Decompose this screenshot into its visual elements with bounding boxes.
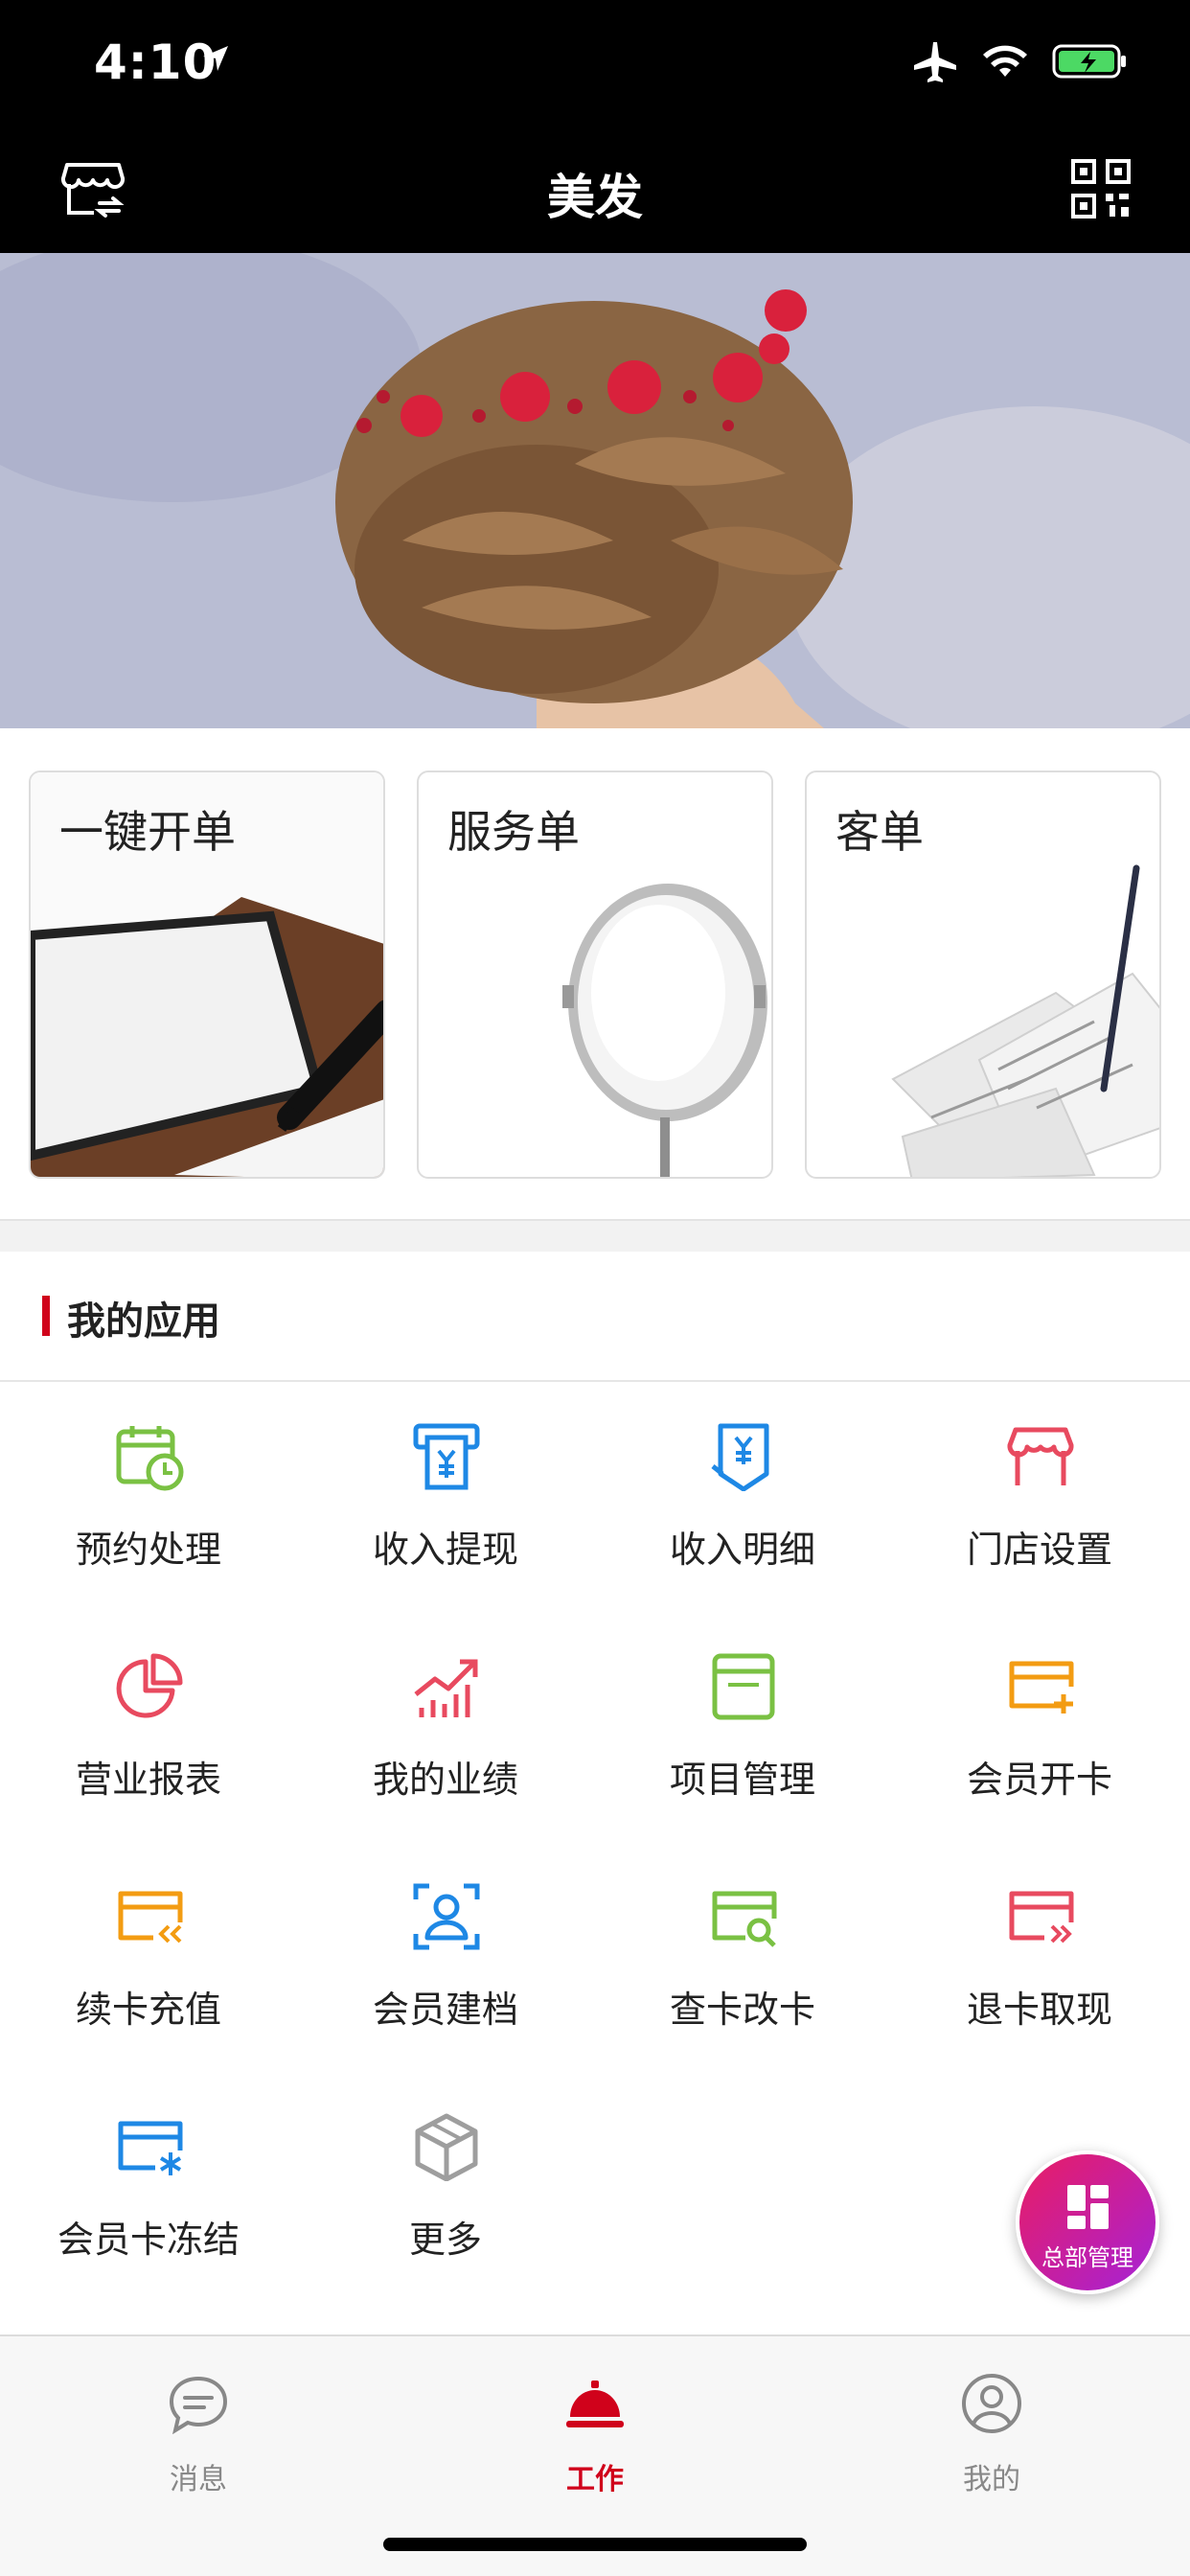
card-freeze-icon [118, 2121, 183, 2175]
app-label: 会员开卡 [966, 1759, 1112, 1801]
app-card-lookup[interactable]: 查卡改卡 [594, 1842, 891, 2072]
card-label: 服务单 [447, 806, 580, 858]
card-search-icon [712, 1891, 777, 1947]
app-member-profile[interactable]: 会员建档 [297, 1842, 594, 2072]
app-label: 续卡充值 [75, 1989, 221, 2031]
member-profile-icon [413, 1883, 480, 1950]
card-customer-order[interactable]: 客单 [805, 770, 1161, 1179]
app-appointments[interactable]: 预约处理 [0, 1382, 297, 1612]
app-label: 门店设置 [966, 1529, 1112, 1571]
section-accent-bar [42, 1296, 50, 1336]
status-bar: 4:10 [0, 0, 1190, 126]
tab-me[interactable]: 我的 [793, 2356, 1190, 2509]
banner-image [0, 253, 1190, 728]
window-icon [712, 1653, 775, 1720]
app-project-management[interactable]: 项目管理 [594, 1612, 891, 1842]
user-profile-icon [962, 2374, 1021, 2433]
app-label: 会员建档 [372, 1989, 518, 2031]
page-title: 美发 [547, 170, 643, 225]
navigation-bar: 美发 [0, 126, 1190, 253]
app-income-detail[interactable]: 收入明细 [594, 1382, 891, 1612]
tab-work[interactable]: 工作 [397, 2356, 793, 2509]
cube-icon [415, 2113, 478, 2181]
app-label: 更多 [408, 2219, 482, 2261]
service-bell-icon [566, 2380, 624, 2427]
app-label: 会员卡冻结 [57, 2219, 240, 2261]
store-icon [1007, 1427, 1074, 1485]
tab-label: 我的 [963, 2463, 1020, 2496]
dashboard-grid-icon [1067, 2185, 1109, 2229]
airplane-icon [914, 42, 956, 82]
app-open-card[interactable]: 会员开卡 [891, 1612, 1188, 1842]
tab-messages[interactable]: 消息 [0, 2356, 397, 2509]
card-recharge-icon [118, 1891, 183, 1944]
fab-label: 总部管理 [1041, 2244, 1133, 2271]
pie-chart-icon [116, 1653, 183, 1718]
app-label: 查卡改卡 [669, 1989, 815, 2031]
trend-chart-icon [414, 1659, 478, 1717]
app-card-freeze[interactable]: 会员卡冻结 [0, 2072, 297, 2302]
my-apps-header: 我的应用 [0, 1252, 1190, 1382]
app-more[interactable]: 更多 [297, 2072, 594, 2302]
app-label: 营业报表 [75, 1759, 221, 1801]
app-my-performance[interactable]: 我的业绩 [297, 1612, 594, 1842]
quick-actions: 一键开单 服务单 客单 [29, 770, 1161, 1179]
app-label: 退卡取现 [966, 1989, 1112, 2031]
income-detail-icon [711, 1423, 769, 1491]
headquarters-management-button[interactable]: 总部管理 [1016, 2150, 1159, 2294]
app-label: 收入提现 [372, 1529, 518, 1571]
card-service-order[interactable]: 服务单 [417, 770, 773, 1179]
section-divider [0, 1219, 1190, 1252]
app-label: 项目管理 [669, 1759, 815, 1801]
card-refund-icon [1009, 1891, 1074, 1944]
tab-label: 消息 [170, 2463, 227, 2496]
qr-code-icon[interactable] [1071, 159, 1131, 218]
app-card-refund[interactable]: 退卡取现 [891, 1842, 1188, 2072]
calendar-clock-icon [116, 1426, 184, 1491]
app-label: 收入明细 [669, 1529, 815, 1571]
chat-bubble-icon [169, 2376, 228, 2434]
card-label: 客单 [835, 806, 924, 858]
cash-withdraw-icon [413, 1423, 480, 1490]
home-indicator [383, 2538, 807, 2551]
app-card-recharge[interactable]: 续卡充值 [0, 1842, 297, 2072]
tab-label: 工作 [566, 2463, 624, 2496]
card-add-icon [1009, 1661, 1074, 1714]
app-label: 我的业绩 [372, 1759, 518, 1801]
status-icons [912, 40, 1129, 82]
app-label: 预约处理 [75, 1529, 221, 1571]
app-store-settings[interactable]: 门店设置 [891, 1382, 1188, 1612]
battery-icon [1052, 44, 1126, 79]
app-business-report[interactable]: 营业报表 [0, 1612, 297, 1842]
section-title: 我的应用 [67, 1300, 220, 1344]
wifi-icon [983, 45, 1027, 77]
location-arrow-icon [203, 46, 228, 71]
hero-banner[interactable] [0, 253, 1190, 728]
app-withdraw[interactable]: 收入提现 [297, 1382, 594, 1612]
card-quick-order[interactable]: 一键开单 [29, 770, 385, 1179]
card-label: 一键开单 [59, 806, 236, 858]
